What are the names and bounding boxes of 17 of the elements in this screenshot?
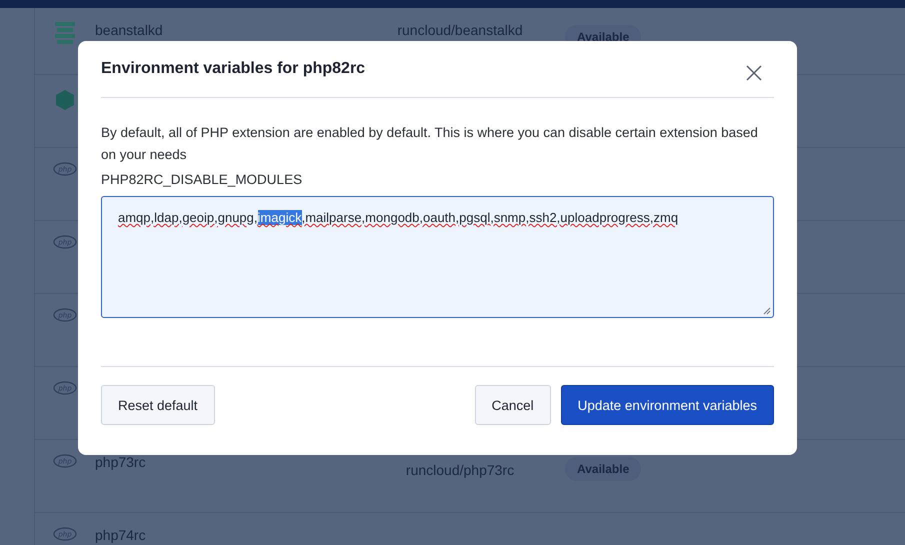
reset-button[interactable]: Reset default — [101, 385, 215, 425]
service-name: php74rc — [95, 526, 147, 543]
image-name: runcloud/beanstalkd — [396, 21, 524, 38]
description-text: By default, all of PHP extension are enabled by default. This is where you can disable certain extension based on your needs — [101, 124, 759, 164]
resize-handle-icon[interactable] — [763, 307, 771, 315]
close-icon[interactable] — [746, 65, 762, 81]
status-badge: Available — [565, 457, 642, 481]
service-name: beanstalkd — [95, 21, 164, 38]
modules-textarea[interactable]: amqp,ldap,geoip,gnupg,imagick,mailparse,mongodb,oauth,pgsql,snmp,ssh2,uploadprogress,zmq — [101, 196, 774, 318]
service-name: php73rc — [95, 453, 147, 470]
modal-title: Environment variables for php82rc — [101, 60, 366, 78]
field-label: PHP82RC_DISABLE_MODULES — [101, 172, 304, 187]
cube-icon — [55, 89, 75, 111]
stack-icon — [55, 22, 75, 46]
image-name: runcloud/php73rc — [404, 461, 516, 478]
update-button[interactable]: Update environment variables — [560, 385, 774, 425]
cancel-button[interactable]: Cancel — [474, 385, 551, 425]
